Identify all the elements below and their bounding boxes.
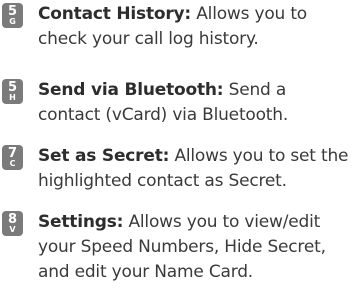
key-icon: 5 G bbox=[2, 3, 23, 28]
key-digit: 5 bbox=[7, 80, 18, 95]
item-text: Set as Secret: Allows you to set the hig… bbox=[38, 144, 350, 194]
item-text: Send via Bluetooth: Send a contact (vCar… bbox=[38, 78, 350, 128]
key-letter: H bbox=[9, 93, 16, 102]
key-digit: 7 bbox=[7, 146, 18, 161]
key-digit: 8 bbox=[7, 212, 18, 227]
key-icon: 5 H bbox=[2, 79, 23, 104]
item-term: Settings: bbox=[38, 212, 124, 232]
key-letter: C bbox=[9, 159, 16, 168]
item-term: Send via Bluetooth: bbox=[38, 80, 224, 100]
item-text: Settings: Allows you to view/edit your S… bbox=[38, 210, 350, 285]
key-letter: G bbox=[9, 17, 16, 26]
item-term: Set as Secret: bbox=[38, 146, 170, 166]
key-icon: 8 V bbox=[2, 211, 23, 236]
item-term: Contact History: bbox=[38, 4, 192, 24]
key-icon: 7 C bbox=[2, 145, 23, 170]
item-text: Contact History: Allows you to check you… bbox=[38, 2, 350, 52]
key-letter: V bbox=[9, 225, 16, 234]
key-digit: 5 bbox=[7, 4, 18, 19]
